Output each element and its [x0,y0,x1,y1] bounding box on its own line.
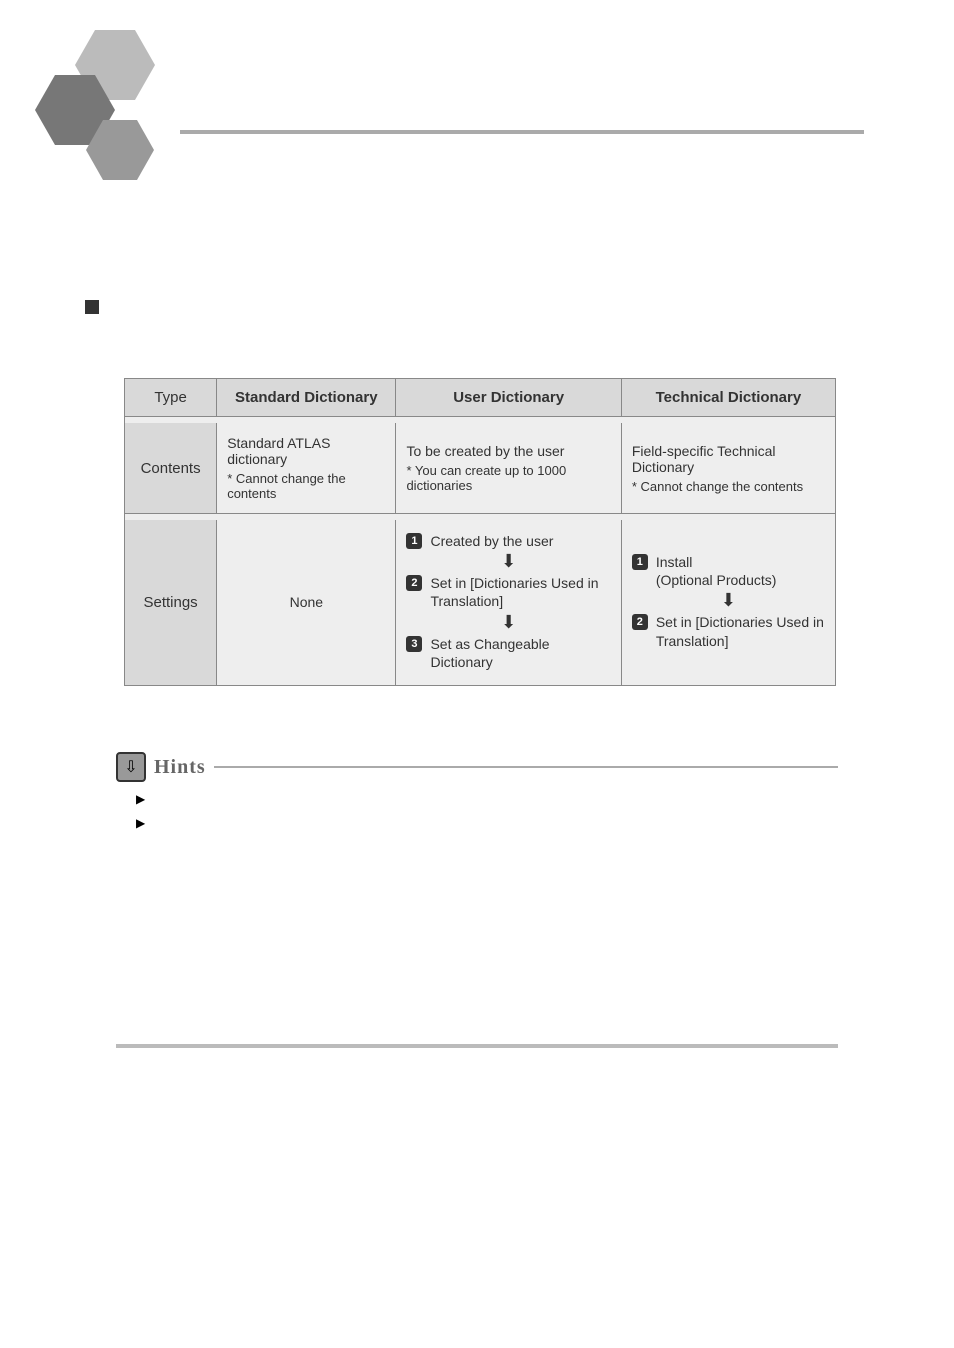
step-number-icon: 2 [406,575,422,591]
dictionary-types-table: Type Standard Dictionary User Dictionary… [124,378,836,686]
header-type: Type [124,378,216,417]
hints-section: ⇩ Hints ▶ ▶ [116,752,838,830]
hint-bullet-1: ▶ [136,790,838,806]
arrow-down-icon: ⬇ [406,552,610,570]
header-technical: Technical Dictionary [621,378,836,417]
section-marker [85,300,99,314]
cell-contents-tech: Field-specific Technical Dictionary * Ca… [621,423,836,514]
triangle-bullet-icon: ▶ [136,816,145,830]
cell-settings-tech: 1Install(Optional Products) ⬇ 2Set in [D… [621,520,836,686]
hexagon-decoration [25,20,205,200]
step-number-icon: 1 [406,533,422,549]
step-number-icon: 1 [632,554,648,570]
row-settings: Settings None 1Created by the user ⬇ 2Se… [124,520,836,686]
cell-contents-standard: Standard ATLAS dictionary * Cannot chang… [216,423,395,514]
step-number-icon: 2 [632,614,648,630]
cell-settings-user: 1Created by the user ⬇ 2Set in [Dictiona… [395,520,620,686]
arrow-down-icon: ⬇ [632,591,825,609]
row-contents: Contents Standard ATLAS dictionary * Can… [124,423,836,514]
hints-icon: ⇩ [116,752,146,782]
arrow-down-icon: ⬇ [406,613,610,631]
row-settings-label: Settings [124,520,216,686]
cell-settings-standard: None [216,520,395,686]
hint-bullet-2: ▶ [136,814,838,830]
row-contents-label: Contents [124,423,216,514]
header-divider [180,130,864,134]
step-number-icon: 3 [406,636,422,652]
header-user: User Dictionary [395,378,620,417]
hints-label: Hints [154,756,206,779]
hints-divider [214,766,838,768]
footer-divider [116,1044,838,1048]
cell-contents-user: To be created by the user * You can crea… [395,423,620,514]
triangle-bullet-icon: ▶ [136,792,145,806]
header-standard: Standard Dictionary [216,378,395,417]
